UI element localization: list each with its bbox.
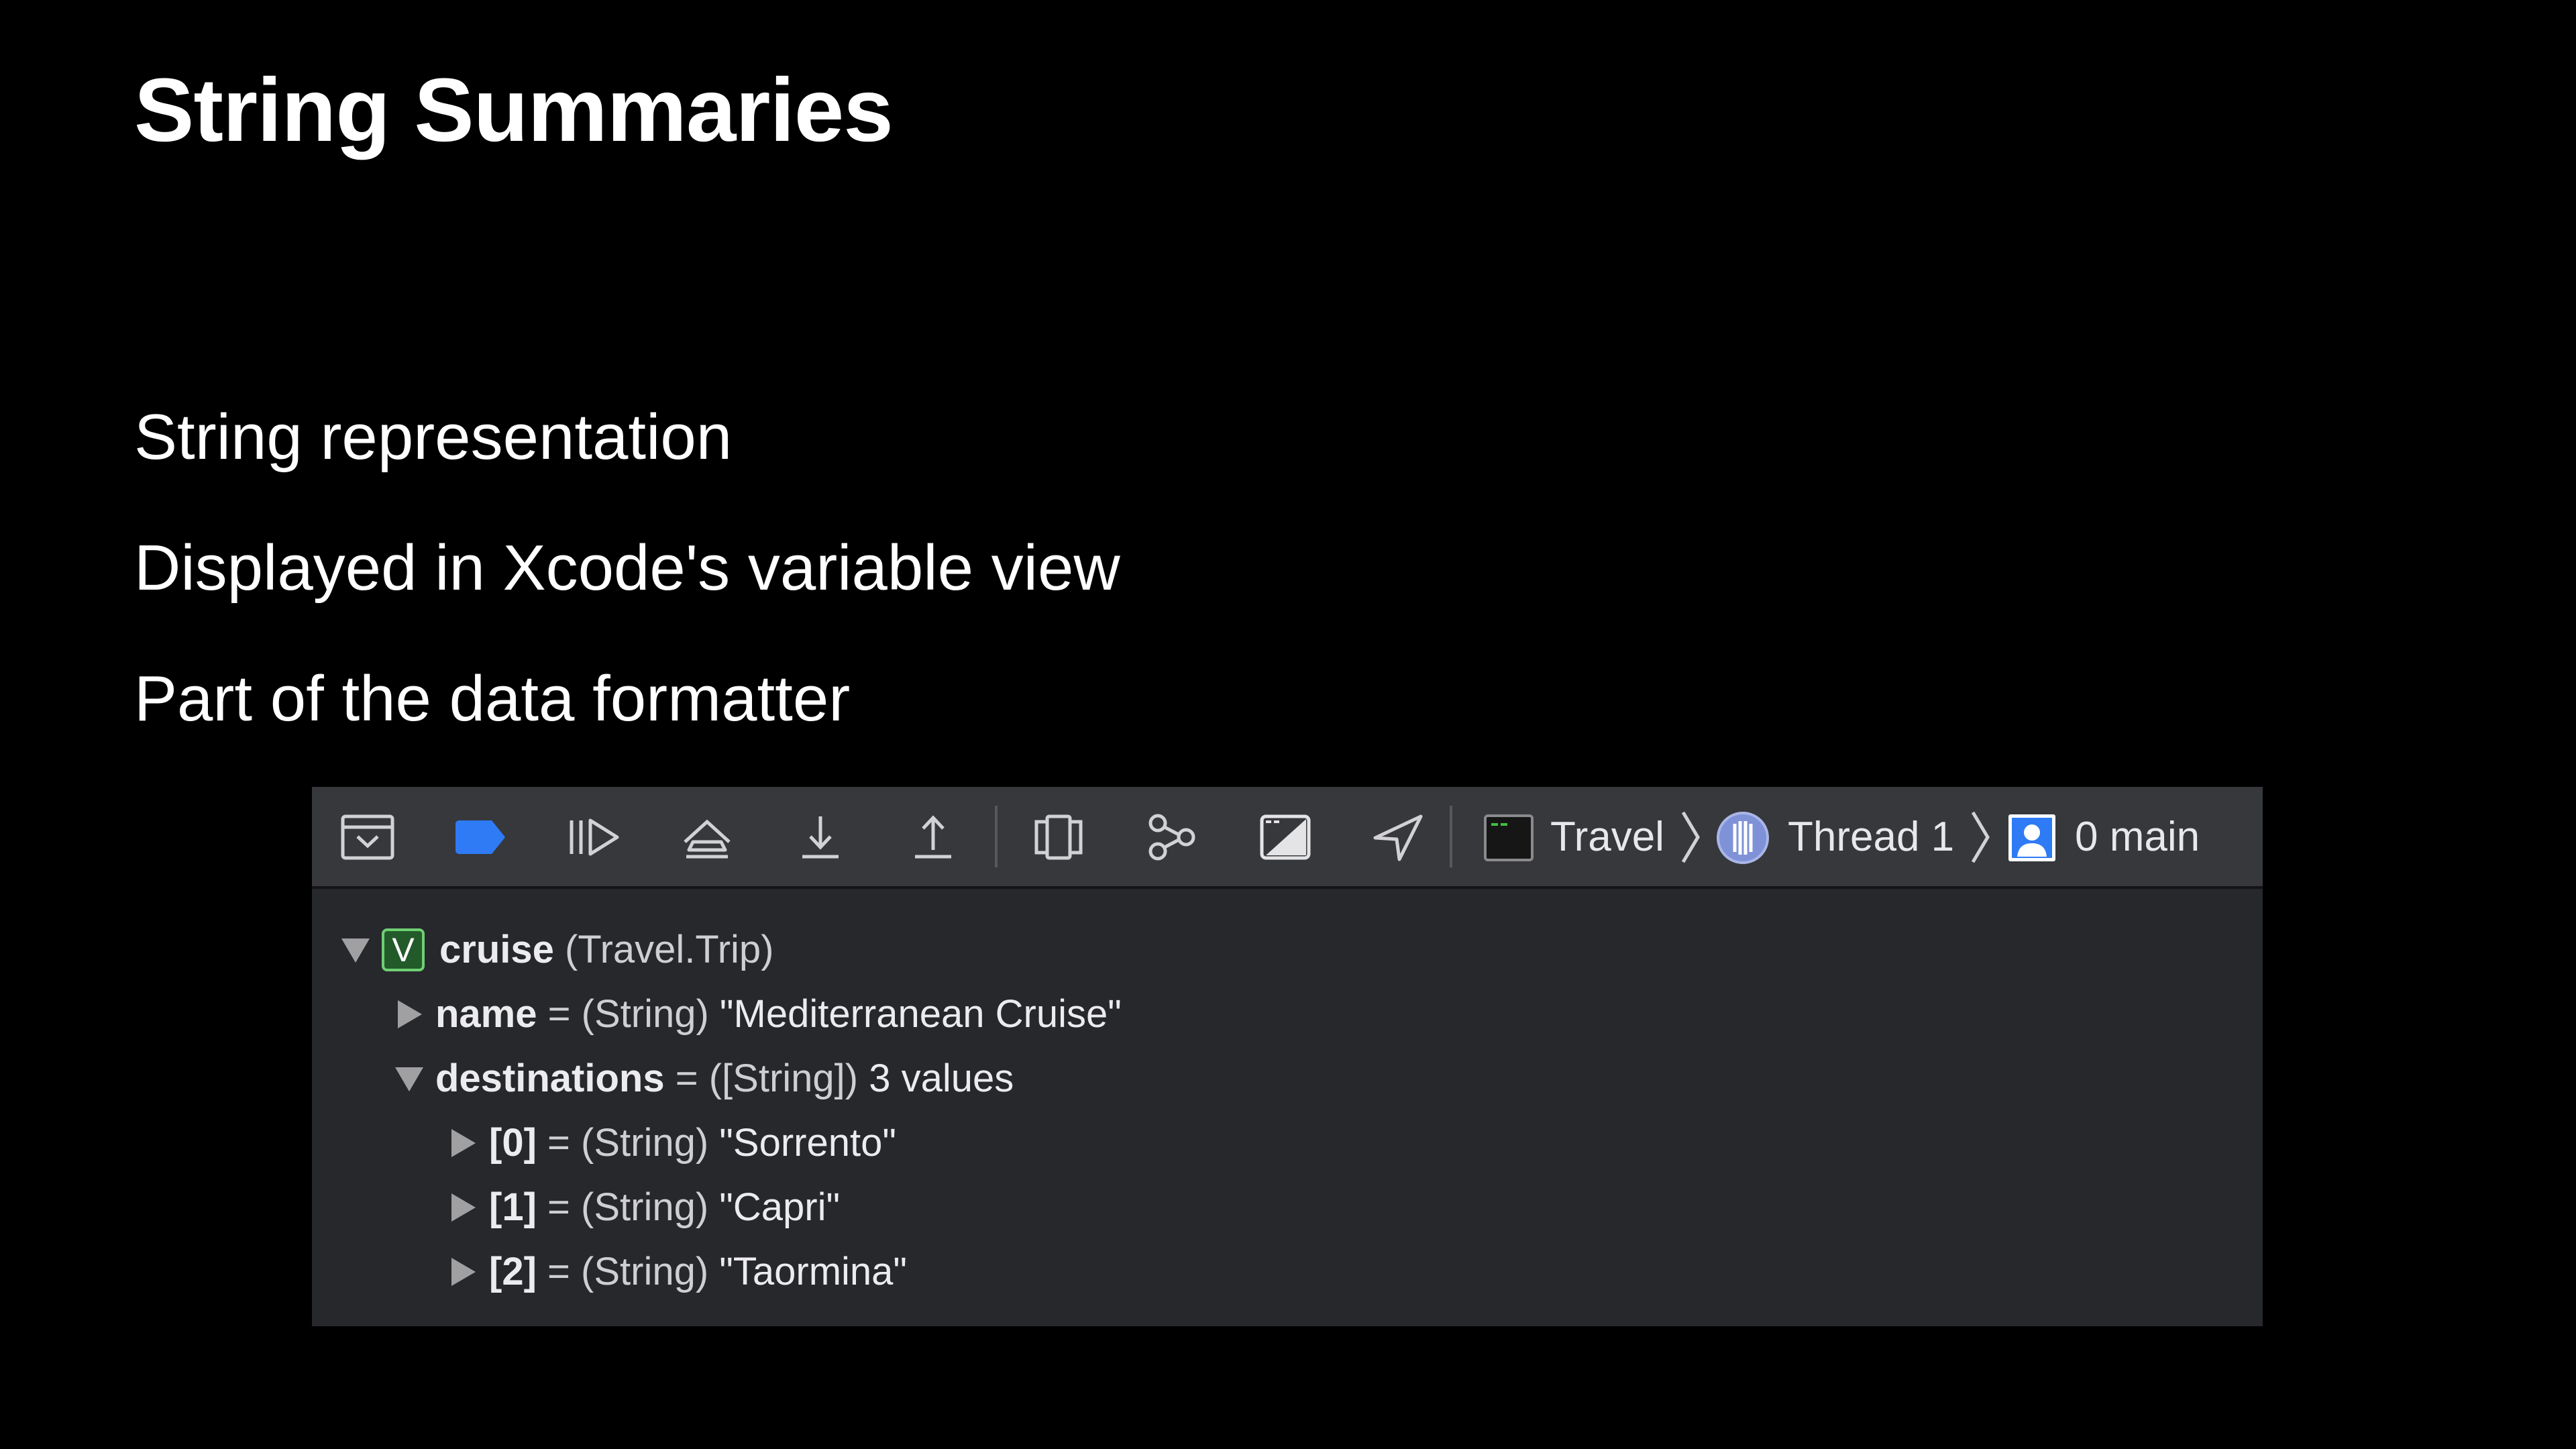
disclosure-expanded-icon[interactable] [392, 1062, 426, 1095]
disclosure-collapsed-icon[interactable] [392, 998, 426, 1031]
variable-name: [1] [489, 1185, 537, 1229]
variable-type: (String) [581, 1250, 709, 1293]
hide-debug-area-icon[interactable] [339, 812, 396, 862]
step-out-icon[interactable] [904, 812, 962, 862]
chevron-right-icon [1679, 810, 1702, 865]
breakpoints-toggle-icon[interactable] [451, 812, 509, 862]
equals-sign: = [675, 1057, 698, 1100]
bullet-item: Displayed in Xcode's variable view [134, 532, 1120, 604]
simulate-location-icon[interactable] [1368, 812, 1426, 862]
bullet-list: String representation Displayed in Xcode… [134, 405, 1120, 798]
equals-sign: = [547, 1121, 570, 1165]
variable-value: "Capri" [719, 1185, 841, 1229]
thread-icon [1715, 810, 1770, 865]
variable-name: cruise [439, 928, 554, 971]
slide-title: String Summaries [134, 60, 894, 160]
variable-name: name [435, 992, 537, 1036]
variable-type: ([String]) [708, 1057, 859, 1100]
disclosure-collapsed-icon[interactable] [446, 1191, 480, 1224]
variable-type: (String) [581, 992, 709, 1036]
chevron-right-icon [1969, 810, 1992, 865]
variable-value: "Taormina" [719, 1250, 908, 1293]
variable-name: destinations [435, 1057, 665, 1100]
variable-row-item[interactable]: [2] = (String) "Taormina" [446, 1245, 907, 1299]
variable-value: "Mediterranean Cruise" [719, 992, 1122, 1036]
variable-badge: V [382, 928, 425, 971]
equals-sign: = [547, 992, 571, 1036]
variable-row-name[interactable]: name = (String) "Mediterranean Cruise" [392, 987, 1122, 1041]
breadcrumb-target[interactable]: Travel [1550, 816, 1664, 858]
step-into-icon[interactable] [792, 812, 849, 862]
continue-icon[interactable] [565, 812, 623, 862]
toolbar-separator [1450, 806, 1452, 867]
bullet-item: String representation [134, 401, 733, 473]
variable-type: (Travel.Trip) [565, 928, 774, 971]
bullet-item: Part of the data formatter [134, 663, 851, 735]
variable-row-item[interactable]: [1] = (String) "Capri" [446, 1181, 840, 1234]
variable-name: [0] [489, 1121, 537, 1165]
variable-row-cruise[interactable]: Vcruise (Travel.Trip) [339, 923, 773, 977]
stack-frame-person-icon [2006, 812, 2057, 863]
variable-row-item[interactable]: [0] = (String) "Sorrento" [446, 1116, 896, 1170]
breadcrumb-thread[interactable]: Thread 1 [1788, 816, 1954, 858]
variable-row-destinations[interactable]: destinations = ([String]) 3 values [392, 1052, 1014, 1106]
terminal-icon [1483, 812, 1534, 863]
equals-sign: = [547, 1250, 570, 1293]
breadcrumb-frame[interactable]: 0 main [2075, 816, 2200, 858]
variable-value: "Sorrento" [719, 1121, 896, 1165]
step-over-icon[interactable] [678, 812, 736, 862]
memory-graph-icon[interactable] [1143, 812, 1201, 862]
toolbar-separator [995, 806, 998, 867]
disclosure-collapsed-icon[interactable] [446, 1255, 480, 1289]
environment-overrides-icon[interactable] [1256, 812, 1314, 862]
disclosure-expanded-icon[interactable] [339, 933, 372, 967]
disclosure-collapsed-icon[interactable] [446, 1126, 480, 1160]
variable-type: (String) [581, 1185, 709, 1229]
variable-type: (String) [581, 1121, 709, 1165]
xcode-debug-area: Travel Thread 1 0 main Vcruise (Travel.T… [312, 787, 2263, 1326]
debug-toolbar: Travel Thread 1 0 main [312, 787, 2263, 889]
variable-value: 3 values [869, 1057, 1014, 1100]
equals-sign: = [547, 1185, 570, 1229]
variable-name: [2] [489, 1250, 537, 1293]
debug-view-hierarchy-icon[interactable] [1030, 812, 1087, 862]
